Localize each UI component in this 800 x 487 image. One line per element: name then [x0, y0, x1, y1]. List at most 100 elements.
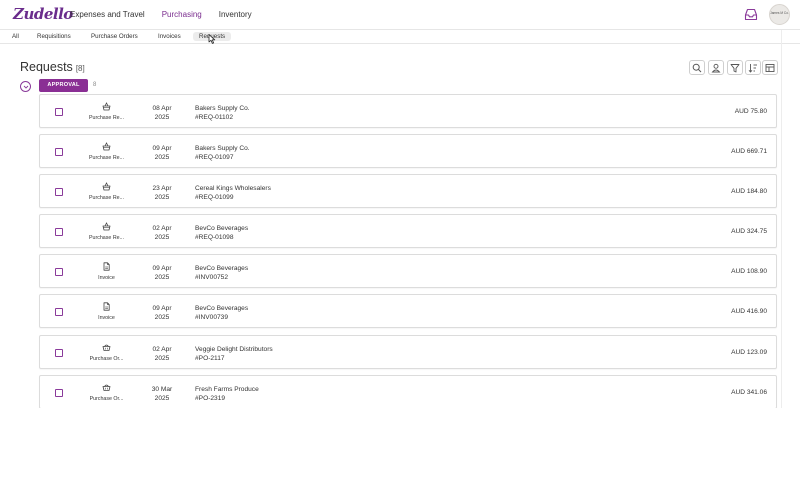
supplier: Cereal Kings Wholesalers #REQ-01099 [195, 184, 271, 202]
date: 09 Apr 2025 [144, 264, 180, 282]
sub-nav: All Requisitions Purchase Orders Invoice… [0, 30, 800, 44]
supplier-name: BevCo Beverages [195, 225, 249, 232]
row-checkbox[interactable] [55, 389, 63, 397]
date-day: 02 Apr [152, 346, 172, 353]
list-item[interactable]: Purchase Re... 09 Apr 2025 Bakers Supply … [39, 134, 777, 168]
supplier: BevCo Beverages #INV00739 [195, 304, 248, 322]
row-checkbox[interactable] [55, 308, 63, 316]
type-label: Purchase Or... [89, 396, 124, 402]
reference-number: #REQ-01098 [195, 234, 234, 241]
row-checkbox[interactable] [55, 108, 63, 116]
row-checkbox[interactable] [55, 188, 63, 196]
type-label: Invoice [98, 275, 115, 281]
supplier: Veggie Delight Distributors #PO-2117 [195, 345, 273, 363]
sort-icon [748, 64, 757, 73]
date: 08 Apr 2025 [144, 104, 180, 122]
reference-number: #INV00739 [195, 314, 228, 321]
sort-button[interactable] [745, 60, 761, 75]
amount: AUD 341.06 [731, 389, 767, 396]
supplier-name: Bakers Supply Co. [195, 145, 250, 152]
date-day: 08 Apr [152, 105, 172, 112]
inbox-icon[interactable] [744, 8, 758, 21]
type-label: Purchase Re... [88, 235, 125, 241]
date-year: 2025 [154, 355, 170, 362]
document-icon [103, 262, 110, 271]
list-item[interactable]: Purchase Or... 02 Apr 2025 Veggie Delight… [39, 335, 777, 369]
nav-purchasing[interactable]: Purchasing [162, 10, 202, 19]
basket-icon [102, 102, 111, 111]
type-label: Invoice [98, 315, 115, 321]
date-day: 09 Apr [152, 265, 172, 272]
supplier: BevCo Beverages #REQ-01098 [195, 224, 248, 242]
date-year: 2025 [154, 314, 170, 321]
date-year: 2025 [154, 154, 170, 161]
type-label: Purchase Re... [88, 155, 125, 161]
date-day: 23 Apr [152, 185, 172, 192]
list-item[interactable]: Purchase Re... 08 Apr 2025 Bakers Supply … [39, 94, 777, 128]
reference-number: #REQ-01099 [195, 194, 234, 201]
row-checkbox[interactable] [55, 349, 63, 357]
date: 09 Apr 2025 [144, 304, 180, 322]
list-item[interactable]: Invoice 09 Apr 2025 BevCo Beverages #INV00… [39, 254, 777, 288]
date-year: 2025 [154, 395, 170, 402]
tab-invoices[interactable]: Invoices [158, 33, 181, 40]
amount: AUD 416.90 [731, 308, 767, 315]
group-badge-approval: APPROVAL [39, 79, 88, 92]
nav-expenses-and-travel[interactable]: Expenses and Travel [70, 10, 145, 19]
supplier: Fresh Farms Produce #PO-2319 [195, 385, 259, 403]
basket-icon [102, 182, 111, 191]
date-year: 2025 [154, 114, 170, 121]
row-checkbox[interactable] [55, 148, 63, 156]
date-year: 2025 [154, 234, 170, 241]
list-item[interactable]: Purchase Or... 30 Mar 2025 Fresh Farms Pr… [39, 375, 777, 409]
search-button[interactable] [689, 60, 705, 75]
row-checkbox[interactable] [55, 268, 63, 276]
app-logo[interactable]: Zudello [13, 5, 73, 23]
assignee-button[interactable] [708, 60, 724, 75]
user-icon [711, 63, 721, 73]
reference-number: #PO-2319 [195, 395, 226, 402]
date: 02 Apr 2025 [144, 224, 180, 242]
tab-all[interactable]: All [12, 33, 19, 40]
nav-inventory[interactable]: Inventory [219, 10, 252, 19]
type-label: Purchase Re... [88, 195, 125, 201]
list-item[interactable]: Purchase Re... 02 Apr 2025 BevCo Beverage… [39, 214, 777, 248]
filter-icon [730, 64, 740, 73]
amount: AUD 669.71 [731, 148, 767, 155]
group-count: 8 [93, 82, 97, 88]
supplier-name: Fresh Farms Produce [195, 386, 259, 393]
search-icon [692, 63, 702, 73]
date: 23 Apr 2025 [144, 184, 180, 202]
amount: AUD 184.80 [731, 188, 767, 195]
tab-purchase-orders[interactable]: Purchase Orders [91, 33, 138, 40]
amount: AUD 75.80 [734, 108, 767, 115]
reference-number: #PO-2117 [195, 355, 225, 362]
supplier-name: BevCo Beverages [195, 265, 249, 272]
date: 30 Mar 2025 [144, 385, 180, 403]
columns-button[interactable] [762, 60, 778, 75]
list-item[interactable]: Purchase Re... 23 Apr 2025 Cereal Kings W… [39, 174, 777, 208]
page-title-text: Requests [20, 60, 73, 74]
mouse-pointer-icon [208, 34, 216, 44]
amount: AUD 123.09 [731, 349, 767, 356]
supplier: Bakers Supply Co. #REQ-01097 [195, 144, 250, 162]
date-day: 02 Apr [152, 225, 172, 232]
tab-requisitions[interactable]: Requisitions [37, 33, 71, 40]
amount: AUD 108.90 [731, 268, 767, 275]
date-day: 09 Apr [152, 305, 172, 312]
filter-button[interactable] [727, 60, 743, 75]
date-year: 2025 [154, 194, 170, 201]
date-day: 30 Mar [151, 386, 173, 393]
top-bar: Zudello Expenses and Travel Purchasing I… [0, 0, 800, 30]
document-icon [103, 302, 110, 311]
supplier-name: Veggie Delight Distributors [195, 346, 273, 353]
supplier: BevCo Beverages #INV00752 [195, 264, 248, 282]
avatar[interactable]: James M Co. [769, 4, 790, 25]
collapse-group-button[interactable] [20, 81, 31, 92]
date-day: 09 Apr [152, 145, 172, 152]
cart-icon [102, 344, 111, 351]
page-title: Requests [8] [20, 60, 85, 74]
panel-edge [781, 30, 782, 430]
row-checkbox[interactable] [55, 228, 63, 236]
list-item[interactable]: Invoice 09 Apr 2025 BevCo Beverages #INV00… [39, 294, 777, 328]
